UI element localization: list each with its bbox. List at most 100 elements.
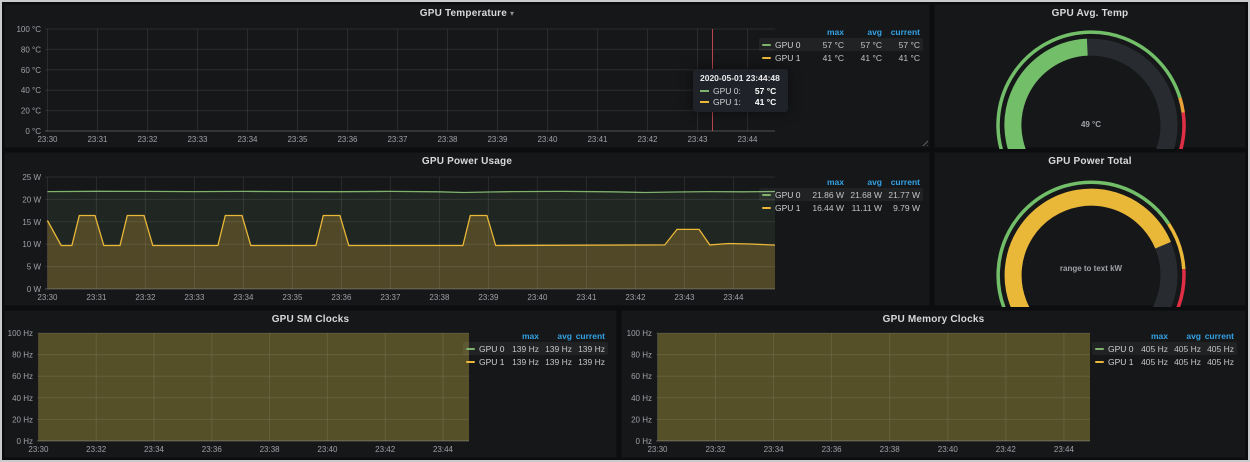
svg-text:23:32: 23:32 bbox=[86, 445, 107, 454]
legend-stat-value: 9.79 W bbox=[882, 203, 920, 213]
svg-text:23:43: 23:43 bbox=[674, 293, 695, 302]
svg-text:23:41: 23:41 bbox=[576, 293, 597, 302]
svg-text:23:38: 23:38 bbox=[437, 135, 458, 144]
chevron-down-icon[interactable]: ▾ bbox=[510, 9, 514, 18]
legend-header: max bbox=[806, 177, 844, 187]
series-swatch-icon bbox=[762, 44, 771, 46]
svg-text:23:36: 23:36 bbox=[202, 445, 223, 454]
panel-title-gpu-sm-clocks[interactable]: GPU SM Clocks bbox=[5, 314, 616, 325]
panel-title-gpu-power-usage[interactable]: GPU Power Usage bbox=[5, 156, 929, 167]
series-swatch-icon bbox=[1095, 361, 1104, 363]
legend-series-toggle[interactable]: GPU 1 bbox=[762, 203, 806, 213]
legend-series-toggle[interactable]: GPU 0 bbox=[1095, 344, 1135, 354]
gpu-memory-clocks-chart[interactable]: 0 Hz20 Hz40 Hz60 Hz80 Hz100 Hz23:3023:32… bbox=[624, 327, 1126, 462]
svg-text:60 °C: 60 °C bbox=[21, 66, 41, 75]
svg-text:23:32: 23:32 bbox=[135, 293, 156, 302]
series-swatch-icon bbox=[466, 361, 475, 363]
svg-text:60 Hz: 60 Hz bbox=[631, 372, 652, 381]
legend-stat-value: 41 °C bbox=[882, 53, 920, 63]
svg-text:23:30: 23:30 bbox=[37, 293, 58, 302]
svg-text:20 Hz: 20 Hz bbox=[631, 415, 652, 424]
panel-title-text: GPU Avg. Temp bbox=[1052, 8, 1129, 19]
legend-series-toggle[interactable]: GPU 0 bbox=[762, 40, 806, 50]
panel-gpu-avg-temp: GPU Avg. Temp 49 °C bbox=[934, 4, 1246, 148]
legend-series-toggle[interactable]: GPU 1 bbox=[1095, 357, 1135, 367]
panel-resize-handle[interactable] bbox=[920, 138, 928, 146]
legend-series-toggle[interactable]: GPU 0 bbox=[762, 190, 806, 200]
legend-stat-value: 11.11 W bbox=[844, 203, 882, 213]
svg-text:15 W: 15 W bbox=[22, 218, 41, 227]
tooltip-series-value: 41 °C bbox=[755, 97, 776, 107]
legend-series-toggle[interactable]: GPU 1 bbox=[466, 357, 506, 367]
svg-text:23:40: 23:40 bbox=[938, 445, 959, 454]
svg-text:20 W: 20 W bbox=[22, 195, 41, 204]
legend-header: current bbox=[882, 27, 920, 37]
gpu-temperature-legend: maxavgcurrentGPU 057 °C57 °C57 °CGPU 141… bbox=[759, 25, 923, 64]
svg-text:100 Hz: 100 Hz bbox=[627, 329, 652, 338]
panel-title-gpu-temperature[interactable]: GPU Temperature▾ bbox=[5, 8, 929, 19]
legend-stat-value: 405 Hz bbox=[1135, 357, 1168, 367]
svg-text:80 Hz: 80 Hz bbox=[631, 351, 652, 360]
svg-text:100 Hz: 100 Hz bbox=[8, 329, 33, 338]
svg-text:23:42: 23:42 bbox=[996, 445, 1017, 454]
panel-title-gpu-power-total[interactable]: GPU Power Total bbox=[935, 156, 1245, 167]
panel-gpu-sm-clocks: GPU SM Clocks 0 Hz20 Hz40 Hz60 Hz80 Hz10… bbox=[4, 310, 617, 458]
svg-text:23:38: 23:38 bbox=[429, 293, 450, 302]
panel-title-gpu-avg-temp[interactable]: GPU Avg. Temp bbox=[935, 8, 1245, 19]
avg_temp_gauge: 49 °C bbox=[935, 27, 1247, 149]
panel-title-text: GPU SM Clocks bbox=[272, 314, 350, 325]
svg-text:80 Hz: 80 Hz bbox=[12, 351, 33, 360]
legend-header: avg bbox=[844, 177, 882, 187]
svg-text:23:38: 23:38 bbox=[880, 445, 901, 454]
gpu-sm-clocks-chart[interactable]: 0 Hz20 Hz40 Hz60 Hz80 Hz100 Hz23:3023:32… bbox=[7, 327, 499, 462]
svg-text:20 °C: 20 °C bbox=[21, 107, 41, 116]
legend-row: GPU 057 °C57 °C57 °C bbox=[759, 38, 923, 51]
gpu-temperature-chart[interactable]: 0 °C20 °C40 °C60 °C80 °C100 °C23:3023:31… bbox=[7, 23, 782, 150]
legend-series-toggle[interactable]: GPU 0 bbox=[466, 344, 506, 354]
svg-text:23:39: 23:39 bbox=[478, 293, 499, 302]
panel-title-gpu-memory-clocks[interactable]: GPU Memory Clocks bbox=[622, 314, 1245, 325]
legend-stat-value: 405 Hz bbox=[1168, 357, 1201, 367]
legend-stat-value: 139 Hz bbox=[572, 357, 605, 367]
tooltip-row: GPU 0: 57 °C bbox=[700, 86, 780, 96]
legend-row: GPU 0139 Hz139 Hz139 Hz bbox=[463, 342, 608, 355]
svg-text:23:31: 23:31 bbox=[86, 293, 107, 302]
legend-stat-value: 21.77 W bbox=[882, 190, 920, 200]
svg-text:40 Hz: 40 Hz bbox=[631, 394, 652, 403]
gpu-power-usage-legend: maxavgcurrentGPU 021.86 W21.68 W21.77 WG… bbox=[759, 175, 923, 214]
legend-header: current bbox=[572, 331, 605, 341]
legend-series-toggle[interactable]: GPU 1 bbox=[762, 53, 806, 63]
tooltip-series-name: GPU 1: bbox=[713, 97, 741, 107]
svg-text:23:42: 23:42 bbox=[625, 293, 646, 302]
svg-text:100 °C: 100 °C bbox=[16, 25, 41, 34]
legend-stat-value: 139 Hz bbox=[506, 357, 539, 367]
svg-text:23:31: 23:31 bbox=[87, 135, 108, 144]
gpu-power-usage-chart[interactable]: 0 W5 W10 W15 W20 W25 W23:3023:3123:3223:… bbox=[7, 171, 782, 312]
legend-header-row: maxavgcurrent bbox=[1092, 329, 1237, 342]
legend-stat-value: 57 °C bbox=[806, 40, 844, 50]
svg-text:23:35: 23:35 bbox=[282, 293, 303, 302]
svg-text:23:44: 23:44 bbox=[737, 135, 758, 144]
legend-stat-value: 57 °C bbox=[882, 40, 920, 50]
series-swatch-icon bbox=[1095, 348, 1104, 350]
tooltip-row: GPU 1: 41 °C bbox=[700, 97, 780, 107]
tooltip-series-name: GPU 0: bbox=[713, 86, 741, 96]
legend-header: current bbox=[1201, 331, 1234, 341]
memory_clocks-plot-area[interactable]: 0 Hz20 Hz40 Hz60 Hz80 Hz100 Hz23:3023:32… bbox=[624, 327, 1126, 459]
series-swatch-icon bbox=[700, 90, 709, 92]
svg-text:23:36: 23:36 bbox=[337, 135, 358, 144]
temperature-plot-area[interactable]: 0 °C20 °C40 °C60 °C80 °C100 °C23:3023:31… bbox=[7, 23, 782, 145]
svg-text:23:37: 23:37 bbox=[387, 135, 408, 144]
svg-text:23:42: 23:42 bbox=[637, 135, 658, 144]
svg-text:23:34: 23:34 bbox=[233, 293, 254, 302]
gauge-value-text: 49 °C bbox=[1081, 120, 1101, 129]
svg-text:23:40: 23:40 bbox=[537, 135, 558, 144]
legend-stat-value: 139 Hz bbox=[506, 344, 539, 354]
gpu-avg-temp-gauge: 49 °C bbox=[935, 27, 1247, 154]
sm_clocks-plot-area[interactable]: 0 Hz20 Hz40 Hz60 Hz80 Hz100 Hz23:3023:32… bbox=[7, 327, 499, 459]
legend-stat-value: 41 °C bbox=[844, 53, 882, 63]
power-plot-area[interactable]: 0 W5 W10 W15 W20 W25 W23:3023:3123:3223:… bbox=[7, 171, 782, 307]
gauge-value-text: range to text kW bbox=[1060, 264, 1123, 273]
legend-row: GPU 116.44 W11.11 W9.79 W bbox=[759, 201, 923, 214]
legend-row: GPU 1139 Hz139 Hz139 Hz bbox=[463, 355, 608, 368]
